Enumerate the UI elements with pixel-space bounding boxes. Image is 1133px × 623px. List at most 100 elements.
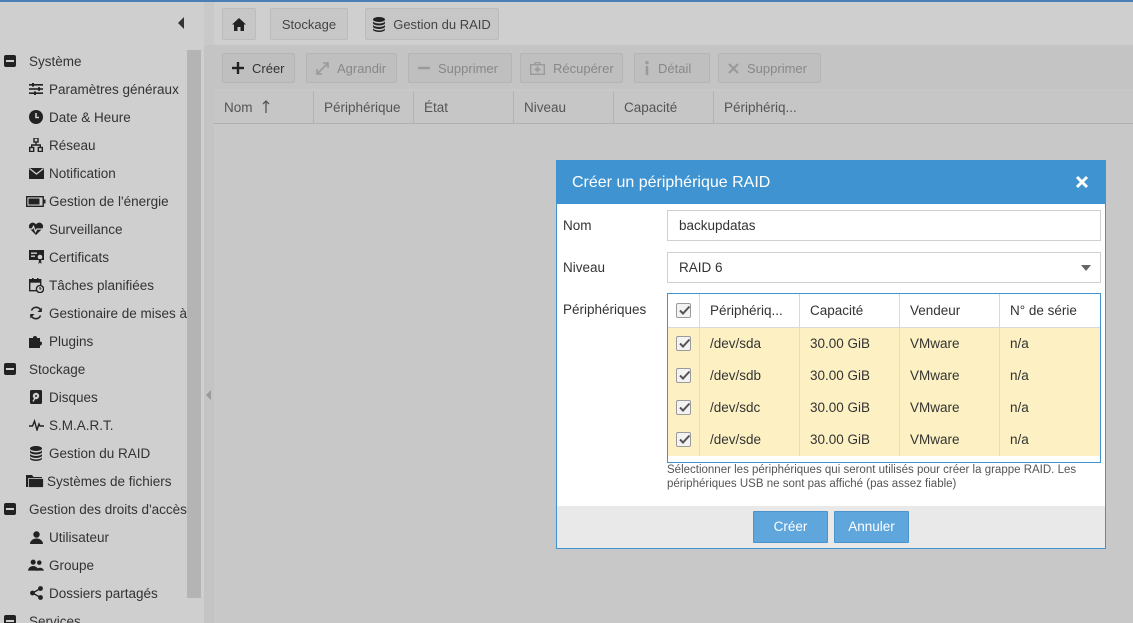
sidebar-item-plugins[interactable]: Plugins xyxy=(0,327,187,355)
plus-icon xyxy=(232,62,244,74)
calendar-clock-icon xyxy=(28,277,44,293)
dialog-cancel-button[interactable]: Annuler xyxy=(834,511,909,543)
name-input[interactable]: backupdatas xyxy=(667,210,1101,241)
vendor-cell: VMware xyxy=(900,360,1000,392)
collapse-minus-icon xyxy=(4,55,16,67)
user-icon xyxy=(28,529,44,545)
sidebar-scrollbar[interactable] xyxy=(187,50,201,598)
sidebar-item-parametres-generaux[interactable]: Paramètres généraux xyxy=(0,75,187,103)
column-peripheriques[interactable]: Périphériq... xyxy=(714,91,1133,124)
remove-button[interactable]: Supprimer xyxy=(408,53,512,83)
create-raid-dialog: Créer un périphérique RAID Nom backupdat… xyxy=(556,160,1106,549)
nav-group-stockage[interactable]: Stockage xyxy=(0,355,187,383)
device-cell: /dev/sda xyxy=(700,328,800,360)
sidebar-item-certificats[interactable]: Certificats xyxy=(0,243,187,271)
collapse-minus-icon xyxy=(4,503,16,515)
sidebar-header xyxy=(0,2,204,45)
row-checkbox[interactable] xyxy=(676,432,691,447)
capacity-cell: 30.00 GiB xyxy=(800,392,900,424)
sidebar-item-systemes-fichiers[interactable]: Systèmes de fichiers xyxy=(0,467,187,495)
sidebar-item-gestion-raid[interactable]: Gestion du RAID xyxy=(0,439,187,467)
sidebar-item-reseau[interactable]: Réseau xyxy=(0,131,187,159)
nav-group-systeme[interactable]: Système xyxy=(0,47,187,75)
sidebar-item-mises-a-jour[interactable]: Gestionaire de mises à xyxy=(0,299,187,327)
detail-button[interactable]: Détail xyxy=(634,53,710,83)
close-icon[interactable] xyxy=(1075,175,1089,189)
breadcrumb-gestion-raid[interactable]: Gestion du RAID xyxy=(365,8,499,40)
select-all-checkbox[interactable] xyxy=(676,303,691,318)
sidebar-item-dossiers-partages[interactable]: Dossiers partagés xyxy=(0,579,187,607)
devices-table-header: Périphériq... Capacité Vendeur N° de sér… xyxy=(668,294,1100,328)
recover-button[interactable]: Récupérer xyxy=(520,53,623,83)
column-capacity[interactable]: Capacité xyxy=(800,294,900,328)
capacity-cell: 30.00 GiB xyxy=(800,424,900,456)
sidebar-item-taches-planifiees[interactable]: Tâches planifiées xyxy=(0,271,187,299)
breadcrumb-stockage[interactable]: Stockage xyxy=(270,8,348,40)
puzzle-icon xyxy=(28,333,44,349)
check-icon xyxy=(679,338,691,348)
share-icon xyxy=(28,585,44,601)
sidebar-item-groupe[interactable]: Groupe xyxy=(0,551,187,579)
column-vendor[interactable]: Vendeur xyxy=(900,294,1000,328)
table-row[interactable]: /dev/sda 30.00 GiB VMware n/a xyxy=(668,328,1100,360)
table-row[interactable]: /dev/sdc 30.00 GiB VMware n/a xyxy=(668,392,1100,424)
nav-group-droits-acces[interactable]: Gestion des droits d'accès xyxy=(0,495,187,523)
table-row[interactable]: /dev/sde 30.00 GiB VMware n/a xyxy=(668,424,1100,456)
sidebar-item-smart[interactable]: S.M.A.R.T. xyxy=(0,411,187,439)
expand-icon xyxy=(316,61,329,75)
row-checkbox[interactable] xyxy=(676,336,691,351)
database-icon xyxy=(28,445,44,461)
info-icon xyxy=(645,61,649,75)
capacity-cell: 30.00 GiB xyxy=(800,328,900,360)
sidebar-item-notification[interactable]: Notification xyxy=(0,159,187,187)
device-cell: /dev/sdc xyxy=(700,392,800,424)
check-icon xyxy=(679,370,691,380)
column-serial[interactable]: N° de série xyxy=(1000,294,1100,328)
envelope-icon xyxy=(28,165,44,181)
home-button[interactable] xyxy=(222,8,256,40)
column-nom[interactable]: Nom xyxy=(214,91,314,124)
table-row[interactable]: /dev/sdb 30.00 GiB VMware n/a xyxy=(668,360,1100,392)
column-device[interactable]: Périphériq... xyxy=(700,294,800,328)
row-checkbox[interactable] xyxy=(676,400,691,415)
nav-group-services[interactable]: Services xyxy=(0,607,187,623)
devices-hint: Sélectionner les périphériques qui seron… xyxy=(667,464,1077,490)
collapse-minus-icon xyxy=(4,363,16,375)
level-label: Niveau xyxy=(563,260,606,275)
row-checkbox[interactable] xyxy=(676,368,691,383)
serial-cell: n/a xyxy=(1010,368,1029,383)
chevron-down-icon[interactable] xyxy=(1081,265,1091,271)
check-icon xyxy=(679,402,691,412)
vendor-cell: VMware xyxy=(900,328,1000,360)
name-label: Nom xyxy=(563,218,592,233)
grow-button[interactable]: Agrandir xyxy=(306,53,397,83)
dialog-create-button[interactable]: Créer xyxy=(753,511,828,543)
delete-button[interactable]: Supprimer xyxy=(718,53,821,83)
collapse-left-icon[interactable] xyxy=(176,16,186,30)
serial-cell: n/a xyxy=(1010,336,1029,351)
toolbar: Créer Agrandir Supprimer Récupérer Détai… xyxy=(214,45,1133,89)
select-all-cell xyxy=(668,294,700,328)
devices-table: Périphériq... Capacité Vendeur N° de sér… xyxy=(667,293,1101,463)
column-peripherique[interactable]: Périphérique xyxy=(314,91,414,124)
breadcrumb: Stockage Gestion du RAID xyxy=(214,2,1133,45)
create-button[interactable]: Créer xyxy=(222,53,295,83)
panel-splitter[interactable] xyxy=(204,45,214,623)
sidebar-item-gestion-energie[interactable]: Gestion de l'énergie xyxy=(0,187,187,215)
medkit-icon xyxy=(530,61,545,75)
sidebar-item-utilisateur[interactable]: Utilisateur xyxy=(0,523,187,551)
capacity-cell: 30.00 GiB xyxy=(800,360,900,392)
battery-icon xyxy=(26,193,46,209)
sidebar-item-date-heure[interactable]: Date & Heure xyxy=(0,103,187,131)
sidebar-item-disques[interactable]: Disques xyxy=(0,383,187,411)
column-niveau[interactable]: Niveau xyxy=(514,91,614,124)
column-capacite[interactable]: Capacité xyxy=(614,91,714,124)
collapse-minus-icon xyxy=(4,615,16,623)
serial-cell: n/a xyxy=(1010,400,1029,415)
dialog-title: Créer un périphérique RAID xyxy=(557,161,1105,204)
column-etat[interactable]: État xyxy=(414,91,514,124)
sidebar-item-surveillance[interactable]: Surveillance xyxy=(0,215,187,243)
device-cell: /dev/sdb xyxy=(700,360,800,392)
folder-icon xyxy=(26,473,44,489)
level-select[interactable]: RAID 6 xyxy=(667,252,1101,283)
